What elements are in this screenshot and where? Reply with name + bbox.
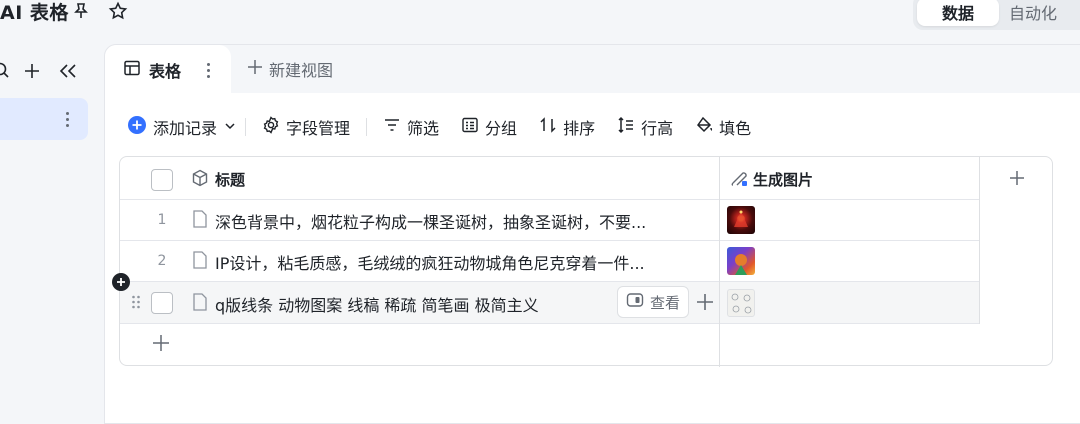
new-view-button[interactable]: 新建视图 [247,45,333,93]
row-height-icon [617,116,635,138]
row-divider [120,199,980,200]
document-icon [193,210,207,228]
view-record-button[interactable]: 查看 [617,286,689,318]
sort-icon [539,116,557,138]
data-mode-button[interactable]: 数据 [917,0,999,26]
row-divider [120,323,980,324]
ai-image-field-icon [729,168,749,192]
plus-circle-icon [127,115,147,139]
tab-more-icon[interactable] [202,61,214,79]
pin-icon[interactable] [70,0,92,22]
column-header-title[interactable]: 标题 [215,169,245,190]
group-icon [461,116,479,138]
row-title-cell[interactable]: 深色背景中，烟花粒子构成一棵圣诞树，抽象圣诞树，不要... [215,209,709,233]
tab-label: 表格 [149,61,182,81]
grid-icon [123,59,141,81]
column-divider [719,157,720,367]
column-header-generated-image[interactable]: 生成图片 [753,169,813,190]
document-icon [193,251,207,269]
field-manage-button[interactable]: 字段管理 [262,115,350,139]
paint-bucket-icon [695,116,713,138]
filter-label: 筛选 [407,119,440,138]
sort-button[interactable]: 排序 [539,115,595,139]
star-icon[interactable] [107,0,129,22]
text-field-icon [191,169,209,191]
insert-row-icon[interactable] [112,273,130,291]
add-column-icon[interactable] [1008,169,1026,191]
drag-handle-icon[interactable] [131,294,141,314]
toolbar: 添加记录 字段管理 筛选 分组 排序 行高 填色 [127,113,773,141]
sidebar-item-table[interactable] [0,98,88,140]
view-record-label: 查看 [649,293,680,312]
filter-button[interactable]: 筛选 [383,115,439,139]
row-checkbox[interactable] [151,292,173,314]
row-number: 2 [157,253,167,269]
add-record-label: 添加记录 [153,119,218,138]
generated-image-thumbnail[interactable] [727,247,755,275]
side-panel-icon [626,292,644,312]
more-icon[interactable] [60,108,74,130]
row-number: 1 [157,212,167,228]
view-tab-bar: 表格 新建视图 [105,45,1080,94]
row-height-label: 行高 [641,119,674,138]
toolbar-divider [245,118,247,136]
new-view-label: 新建视图 [269,61,334,80]
fill-color-button[interactable]: 填色 [695,115,751,139]
generated-image-thumbnail[interactable] [727,206,755,234]
toolbar-divider [366,118,368,136]
automation-mode-button[interactable]: 自动化 [1009,0,1057,26]
row-title-cell[interactable]: IP设计，粘毛质感，毛绒绒的疯狂动物城角色尼克穿着一件... [215,250,709,274]
view-mode-switch: 数据 自动化 [913,0,1080,30]
plus-icon [247,59,263,79]
add-icon[interactable] [696,293,714,315]
data-grid: 标题 生成图片 1 深色背景中，烟花粒子构成一棵圣诞树，抽象圣诞树，不要... … [119,156,1053,367]
fill-color-label: 填色 [719,119,752,138]
sort-label: 排序 [563,119,596,138]
filter-icon [383,116,401,138]
add-icon[interactable] [22,58,42,84]
row-height-button[interactable]: 行高 [617,115,673,139]
add-record-button[interactable]: 添加记录 [127,115,237,139]
row-divider [120,240,980,241]
gear-icon [262,116,280,138]
generated-image-thumbnail[interactable] [727,289,755,317]
select-all-checkbox[interactable] [151,169,173,191]
search-icon[interactable] [0,58,12,84]
collapse-sidebar-icon[interactable] [57,58,79,84]
group-button[interactable]: 分组 [461,115,517,139]
add-row-icon[interactable] [152,334,170,356]
field-manage-label: 字段管理 [286,119,351,138]
chevron-down-icon [223,118,237,137]
column-divider [979,157,980,324]
document-icon [193,293,207,311]
row-hover-bg [720,282,979,323]
app-title: AI 表格 [0,2,69,24]
row-title-cell[interactable]: q版线条 动物图案 线稿 稀疏 简笔画 极简主义 [215,292,605,316]
group-label: 分组 [485,119,518,138]
